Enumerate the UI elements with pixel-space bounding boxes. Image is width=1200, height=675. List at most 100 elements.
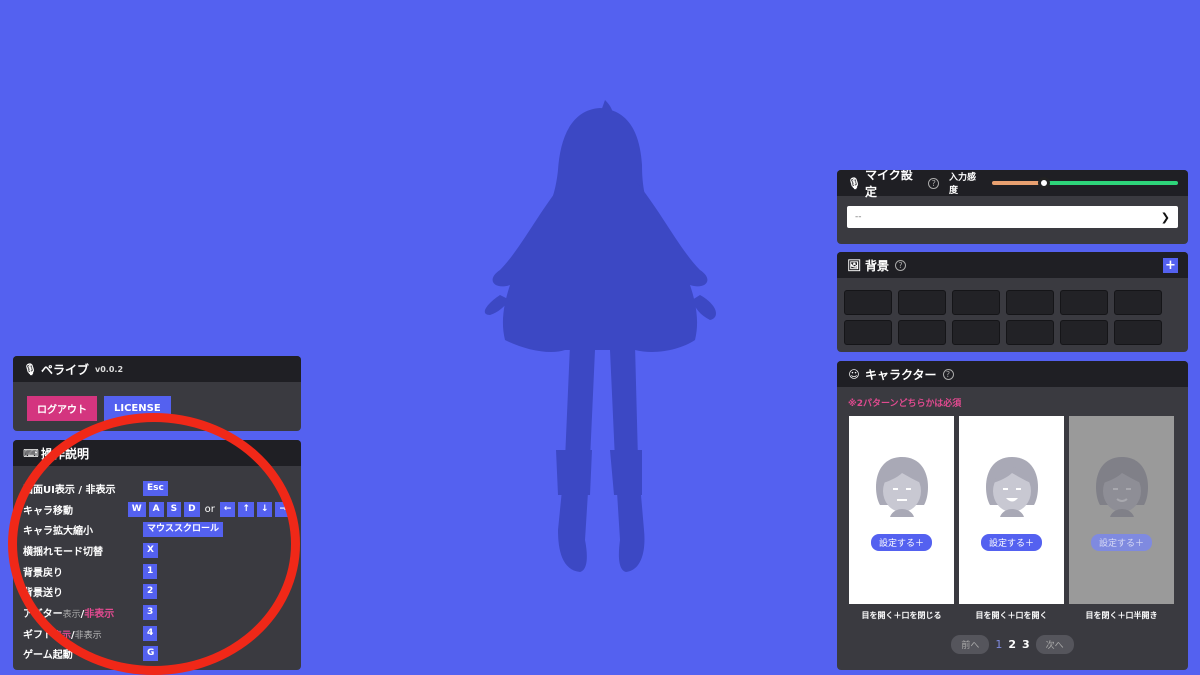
controls-panel: ⌨ 操作説明 画面UI表示 / 非表示 Esc キャラ移動 W A S D or… <box>13 440 301 670</box>
control-row-zoom: キャラ拡大縮小 マウススクロール <box>23 519 291 540</box>
arrow-left-key: ← <box>219 501 236 517</box>
control-label: ゲーム起動 <box>23 650 73 662</box>
background-slot[interactable] <box>1114 290 1162 315</box>
character-panel: ☺ キャラクター ? ※2パターンどちらかは必須 設定する＋ 設定する＋ 設定す… <box>837 361 1188 670</box>
key-badge: マウススクロール <box>143 522 224 538</box>
set-pattern-button[interactable]: 設定する＋ <box>870 534 932 551</box>
mic-device-select[interactable]: -- ❯ <box>847 206 1178 228</box>
pattern-caption: 目を閉く＋口半開き <box>1085 611 1158 620</box>
control-row-gift: ギフト表示/非表示 4 <box>23 623 291 644</box>
key-badge: 4 <box>143 625 158 641</box>
avatar-placeholder-icon <box>985 457 1038 517</box>
avatar-placeholder-icon <box>1095 457 1148 517</box>
pagination: 前へ 1 2 3 次へ <box>837 635 1188 654</box>
key-badge: W <box>127 501 146 517</box>
control-row-bg-next: 背景送り 2 <box>23 581 291 602</box>
background-slot[interactable] <box>952 320 1000 345</box>
pattern-card-2[interactable]: 設定する＋ <box>959 416 1064 604</box>
control-label: アバター表示/非表示 <box>23 608 115 620</box>
app-name: ペライブ <box>41 362 90 377</box>
background-grid <box>837 278 1188 352</box>
chevron-down-icon: ❯ <box>1160 210 1170 224</box>
key-badge: 1 <box>143 563 158 579</box>
keyboard-icon: ⌨ <box>23 446 39 460</box>
background-panel: 🖼 背景 ? + <box>837 252 1188 352</box>
controls-header: ⌨ 操作説明 <box>13 440 301 466</box>
background-slot[interactable] <box>1006 290 1054 315</box>
pattern-caption: 目を開く＋口を閉じる <box>861 611 942 620</box>
avatar-placeholder-icon <box>875 457 928 517</box>
character-silhouette <box>484 100 716 572</box>
control-row-move: キャラ移動 W A S D or ← ↑ ↓ → <box>23 499 291 520</box>
control-label: キャラ移動 <box>23 505 73 517</box>
pattern-card-3: 設定する＋ <box>1069 416 1174 604</box>
key-badge: S <box>166 501 182 517</box>
background-slot[interactable] <box>898 290 946 315</box>
background-slot[interactable] <box>844 290 892 315</box>
background-slot[interactable] <box>898 320 946 345</box>
background-title: 背景 <box>865 258 890 273</box>
app-header: 🎙 ペライブ v0.0.2 <box>13 356 301 382</box>
control-row-sway-mode: 横揺れモード切替 X <box>23 540 291 561</box>
pattern-caption: 目を開く＋口を開く <box>975 611 1048 620</box>
control-row-bg-prev: 背景戻り 1 <box>23 561 291 582</box>
add-background-button[interactable]: + <box>1163 257 1178 273</box>
sensitivity-label: 入力感度 <box>949 173 977 196</box>
background-slot[interactable] <box>1060 320 1108 345</box>
smiley-icon: ☺ <box>848 367 860 381</box>
control-label: 背景戻り <box>23 567 63 579</box>
background-slot[interactable] <box>1114 320 1162 345</box>
control-label: 画面UI表示 / 非表示 <box>23 484 116 496</box>
key-badge: 3 <box>143 604 158 620</box>
logout-button[interactable]: ログアウト <box>27 396 97 421</box>
mic-device-value: -- <box>855 212 862 222</box>
app-panel: 🎙 ペライブ v0.0.2 ログアウト LICENSE <box>13 356 301 431</box>
background-slot[interactable] <box>1006 320 1054 345</box>
key-badge: D <box>184 501 200 517</box>
set-pattern-button-disabled: 設定する＋ <box>1090 534 1152 551</box>
key-badge: G <box>143 646 159 662</box>
prev-page-button[interactable]: 前へ <box>951 635 990 654</box>
required-note: ※2パターンどちらかは必須 <box>848 399 962 409</box>
control-row-toggle-ui: 画面UI表示 / 非表示 Esc <box>23 478 291 499</box>
mic-title: マイク設定 <box>864 170 913 199</box>
arrow-right-key: → <box>275 501 291 517</box>
control-label: 背景送り <box>23 588 63 600</box>
or-text: or <box>204 503 215 515</box>
key-badge: A <box>148 501 164 517</box>
control-label: ギフト表示/非表示 <box>23 629 102 641</box>
character-header: ☺ キャラクター ? <box>837 361 1188 387</box>
pattern-card-1[interactable]: 設定する＋ <box>849 416 954 604</box>
background-slot[interactable] <box>1060 290 1108 315</box>
background-slot[interactable] <box>844 320 892 345</box>
control-row-avatar: アバター表示/非表示 3 <box>23 602 291 623</box>
key-badge: 2 <box>143 584 158 600</box>
character-title: キャラクター <box>865 367 937 382</box>
key-badge: X <box>143 542 158 558</box>
slider-thumb[interactable] <box>1038 177 1050 189</box>
sensitivity-slider[interactable] <box>991 177 1178 189</box>
help-icon[interactable]: ? <box>942 368 954 380</box>
app-version: v0.0.2 <box>95 364 124 374</box>
mic-panel: 🎙 マイク設定 ? 入力感度 -- ❯ <box>837 170 1188 244</box>
arrow-down-key: ↓ <box>256 501 273 517</box>
license-button[interactable]: LICENSE <box>104 396 171 421</box>
controls-title: 操作説明 <box>41 446 90 461</box>
mic-icon: 🎙 <box>847 176 861 190</box>
image-icon: 🖼 <box>847 258 861 272</box>
help-icon[interactable]: ? <box>895 259 907 271</box>
control-label: キャラ拡大縮小 <box>23 526 93 538</box>
key-badge: Esc <box>143 480 168 496</box>
set-pattern-button[interactable]: 設定する＋ <box>980 534 1042 551</box>
background-header: 🖼 背景 ? + <box>837 252 1188 278</box>
control-label: 横揺れモード切替 <box>23 546 103 558</box>
page-number[interactable]: 3 <box>1022 638 1030 651</box>
control-row-game: ゲーム起動 G <box>23 644 291 665</box>
background-slot[interactable] <box>952 290 1000 315</box>
page-number[interactable]: 1 <box>995 638 1002 651</box>
help-icon[interactable]: ? <box>928 177 940 189</box>
next-page-button[interactable]: 次へ <box>1035 635 1074 654</box>
page-number[interactable]: 2 <box>1008 638 1016 651</box>
mic-icon: 🎙 <box>23 362 37 376</box>
arrow-up-key: ↑ <box>238 501 254 517</box>
